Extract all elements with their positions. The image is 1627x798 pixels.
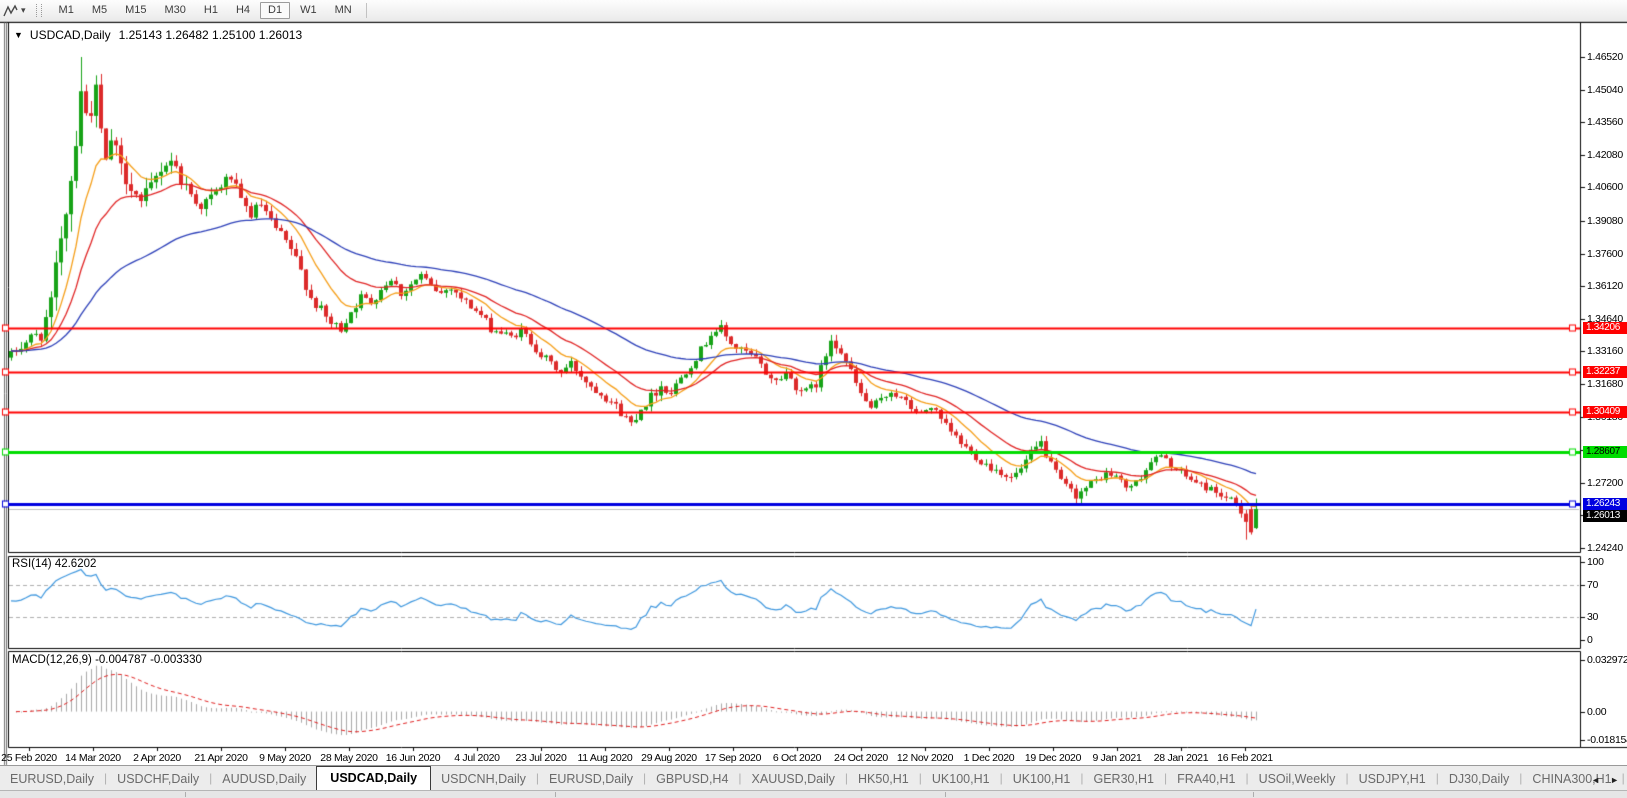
price-axis-label: 1.37600 bbox=[1587, 248, 1623, 260]
price-axis-label: 1.43560 bbox=[1587, 116, 1623, 128]
macd-axis-label: -0.018154 bbox=[1587, 734, 1627, 746]
date-axis-label: 17 Sep 2020 bbox=[705, 752, 761, 764]
chart-tab-XAUUSD-Daily[interactable]: XAUUSD,Daily bbox=[742, 768, 845, 791]
timeframe-button-H1[interactable]: H1 bbox=[196, 2, 226, 19]
chart-tab-strip: EURUSD,Daily|USDCHF,Daily|AUDUSD,DailyUS… bbox=[0, 766, 1627, 791]
date-axis-label: 21 Apr 2020 bbox=[194, 752, 247, 764]
chart-tab-EURUSD-Daily[interactable]: EURUSD,Daily bbox=[0, 768, 104, 791]
draw-tool-button[interactable]: ▾ bbox=[0, 4, 30, 18]
toolbar: ▾ M1M5M15M30H1H4D1W1MN bbox=[0, 0, 1627, 22]
price-axis-label: 1.36120 bbox=[1587, 280, 1623, 292]
date-axis-label: 1 Dec 2020 bbox=[964, 752, 1015, 764]
chart-tab-UK100-H1[interactable]: UK100,H1 bbox=[1003, 768, 1081, 791]
macd-axis-label: 0.032972 bbox=[1587, 654, 1627, 666]
chart-tab-HK50-H1[interactable]: HK50,H1 bbox=[848, 768, 919, 791]
toolbar-grip-handle[interactable] bbox=[36, 4, 42, 17]
macd-indicator-label: MACD(12,26,9) -0.004787 -0.003330 bbox=[12, 654, 202, 666]
price-line-tag-1.26243: 1.26243 bbox=[1583, 498, 1627, 510]
tab-scroll-right-icon[interactable]: ► bbox=[1605, 773, 1624, 787]
status-divider bbox=[1253, 792, 1254, 797]
price-line-tag-1.34206: 1.34206 bbox=[1583, 322, 1627, 334]
timeframe-button-W1[interactable]: W1 bbox=[292, 2, 325, 19]
price-axis-label: 1.45040 bbox=[1587, 84, 1623, 96]
price-line-tag-1.30409: 1.30409 bbox=[1583, 406, 1627, 418]
timeframe-button-group: M1M5M15M30H1H4D1W1MN bbox=[50, 2, 361, 19]
date-axis-label: 14 Mar 2020 bbox=[65, 752, 121, 764]
chevron-down-icon: ▾ bbox=[21, 5, 26, 16]
timeframe-button-MN[interactable]: MN bbox=[327, 2, 360, 19]
tab-scroll-left-icon[interactable]: ◄ bbox=[1586, 773, 1605, 787]
price-line-tag-1.32237: 1.32237 bbox=[1583, 366, 1627, 378]
chart-tab-GER30-H1[interactable]: GER30,H1 bbox=[1084, 768, 1164, 791]
chart-ohlc-values: 1.25143 1.26482 1.25100 1.26013 bbox=[119, 28, 303, 42]
date-axis-label: 6 Oct 2020 bbox=[773, 752, 821, 764]
date-axis-label: 24 Oct 2020 bbox=[834, 752, 888, 764]
chart-canvas[interactable] bbox=[0, 0, 1627, 797]
toolbar-separator bbox=[366, 3, 367, 18]
chart-tab-EURUSD-Daily[interactable]: EURUSD,Daily bbox=[539, 768, 643, 791]
price-axis-label: 1.24240 bbox=[1587, 542, 1623, 554]
date-axis-label: 9 May 2020 bbox=[259, 752, 311, 764]
rsi-indicator-label: RSI(14) 42.6202 bbox=[12, 558, 96, 570]
date-axis-label: 2 Apr 2020 bbox=[133, 752, 181, 764]
rsi-axis-label: 100 bbox=[1587, 556, 1604, 568]
price-axis-label: 1.27200 bbox=[1587, 477, 1623, 489]
status-divider bbox=[555, 792, 556, 797]
price-axis-label: 1.46520 bbox=[1587, 51, 1623, 63]
timeframe-button-H4[interactable]: H4 bbox=[228, 2, 258, 19]
rsi-axis-label: 30 bbox=[1587, 611, 1598, 623]
date-axis-label: 11 Aug 2020 bbox=[578, 752, 633, 764]
draw-tool-icon bbox=[3, 4, 19, 18]
chart-tab-USDJPY-H1[interactable]: USDJPY,H1 bbox=[1349, 768, 1436, 791]
price-axis-label: 1.40600 bbox=[1587, 181, 1623, 193]
status-divider bbox=[185, 792, 186, 797]
chart-tab-bar: EURUSD,Daily|USDCHF,Daily|AUDUSD,DailyUS… bbox=[0, 765, 1627, 791]
timeframe-button-M30[interactable]: M30 bbox=[157, 2, 194, 19]
date-axis-label: 4 Jul 2020 bbox=[454, 752, 499, 764]
chart-tab-USOil-Weekly[interactable]: USOil,Weekly bbox=[1249, 768, 1346, 791]
rsi-axis-label: 70 bbox=[1587, 579, 1598, 591]
tab-scroll-arrows: ◄ ► bbox=[1586, 773, 1624, 787]
rsi-axis-label: 0 bbox=[1587, 634, 1593, 646]
date-axis-label: 9 Jan 2021 bbox=[1093, 752, 1142, 764]
price-line-tag-1.26013: 1.26013 bbox=[1583, 510, 1627, 522]
price-axis-label: 1.33160 bbox=[1587, 345, 1623, 357]
chart-tab-GBPUSD-H4[interactable]: GBPUSD,H4 bbox=[646, 768, 738, 791]
date-axis-label: 23 Jul 2020 bbox=[516, 752, 567, 764]
chart-tab-FRA40-H1[interactable]: FRA40,H1 bbox=[1167, 768, 1245, 791]
price-line-tag-1.28607: 1.28607 bbox=[1583, 446, 1627, 458]
date-axis-label: 12 Nov 2020 bbox=[897, 752, 953, 764]
macd-axis-label: 0.00 bbox=[1587, 706, 1606, 718]
date-axis-label: 25 Feb 2020 bbox=[1, 752, 57, 764]
date-axis-label: 29 Aug 2020 bbox=[641, 752, 697, 764]
date-axis-label: 28 May 2020 bbox=[320, 752, 377, 764]
price-axis-label: 1.31680 bbox=[1587, 378, 1623, 390]
chart-tab-USDCAD-Daily[interactable]: USDCAD,Daily bbox=[316, 766, 431, 791]
collapse-triangle-icon: ▼ bbox=[14, 30, 23, 40]
date-axis-label: 28 Jan 2021 bbox=[1154, 752, 1209, 764]
price-axis-label: 1.42080 bbox=[1587, 149, 1623, 161]
chart-symbol-label: USDCAD,Daily bbox=[30, 28, 111, 42]
chart-tab-DJ30-Daily[interactable]: DJ30,Daily bbox=[1439, 768, 1519, 791]
status-divider bbox=[945, 792, 946, 797]
timeframe-button-D1[interactable]: D1 bbox=[260, 2, 290, 19]
timeframe-button-M5[interactable]: M5 bbox=[84, 2, 115, 19]
timeframe-button-M1[interactable]: M1 bbox=[51, 2, 82, 19]
timeframe-button-M15[interactable]: M15 bbox=[117, 2, 154, 19]
price-axis-label: 1.39080 bbox=[1587, 215, 1623, 227]
date-axis-label: 19 Dec 2020 bbox=[1025, 752, 1081, 764]
chart-tab-UK100-H1[interactable]: UK100,H1 bbox=[922, 768, 1000, 791]
date-axis-label: 16 Feb 2021 bbox=[1217, 752, 1273, 764]
chart-title: ▼ USDCAD,Daily 1.25143 1.26482 1.25100 1.2… bbox=[14, 28, 302, 42]
chart-tab-USDCNH-Daily[interactable]: USDCNH,Daily bbox=[431, 768, 536, 791]
chart-tab-AUDUSD-Daily[interactable]: AUDUSD,Daily bbox=[212, 768, 316, 791]
date-axis-label: 16 Jun 2020 bbox=[386, 752, 441, 764]
chart-tab-USDCHF-Daily[interactable]: USDCHF,Daily bbox=[107, 768, 209, 791]
